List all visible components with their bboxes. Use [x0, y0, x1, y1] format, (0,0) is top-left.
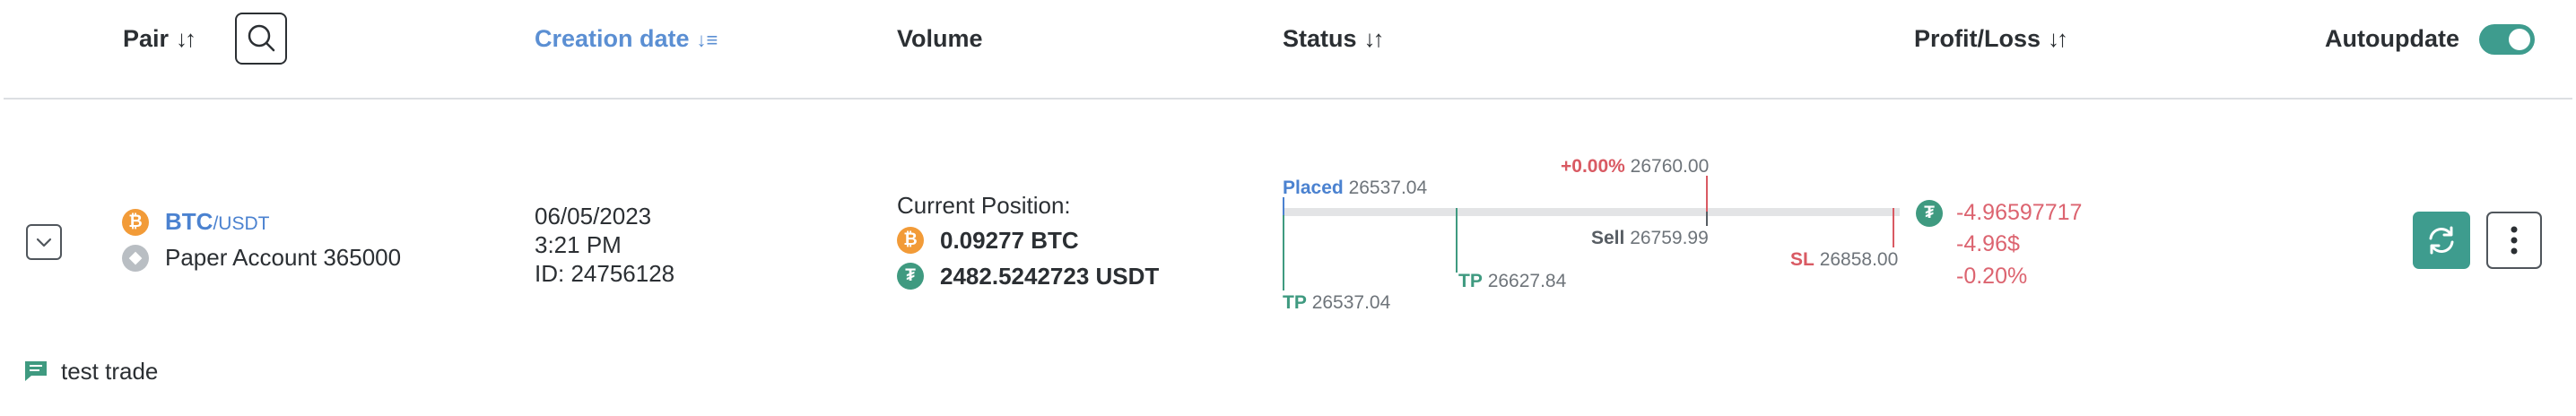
sort-icon[interactable]: ↓↑: [2048, 25, 2068, 52]
sell-label: Sell 26759.99: [1591, 228, 1709, 249]
pl-percent: -0.20%: [1956, 264, 2028, 289]
pair-column-header[interactable]: Pair ↓↑: [123, 25, 196, 53]
usdt-icon: ₮: [1916, 200, 1943, 227]
profit-loss-column-header[interactable]: Profit/Loss ↓↑: [1914, 25, 2068, 53]
account-name: Paper Account 365000: [165, 244, 402, 271]
tp1-value: 26537.04: [1311, 292, 1391, 313]
placed-value: 26537.04: [1348, 178, 1428, 198]
volume-column-header: Volume: [897, 25, 983, 52]
current-price-value: 26760.00: [1630, 156, 1710, 177]
refresh-icon: [2429, 226, 2454, 255]
sell-value: 26759.99: [1630, 228, 1709, 248]
pair-header-label: Pair: [123, 25, 170, 52]
trade-note: test trade: [61, 358, 159, 385]
placed-label: Placed 26537.04: [1283, 178, 1427, 199]
tp2-text: TP: [1458, 271, 1483, 291]
autoupdate-label: Autoupdate: [2325, 25, 2459, 52]
btc-icon: ₿: [122, 209, 149, 236]
pl-usd: -4.96$: [1956, 231, 2020, 256]
more-vertical-icon: [2511, 226, 2518, 255]
sort-desc-icon[interactable]: ↓≡: [697, 29, 718, 51]
current-price-label: +0.00% 26760.00: [1561, 156, 1709, 178]
search-icon: [248, 24, 275, 52]
tp1-marker: [1283, 215, 1284, 290]
tp1-label: TP 26537.04: [1283, 292, 1390, 314]
profit-loss-header-label: Profit/Loss: [1914, 25, 2041, 52]
creation-time: 3:21 PM: [535, 231, 622, 258]
toggle-knob: [2509, 29, 2530, 50]
search-button[interactable]: [235, 13, 287, 65]
refresh-button[interactable]: [2413, 212, 2470, 269]
header-divider: [4, 98, 2572, 100]
current-pct: +0.00%: [1561, 156, 1625, 177]
pair-base: BTC: [165, 208, 213, 235]
sl-value: 26858.00: [1819, 249, 1899, 270]
pl-value: -4.96597717: [1956, 200, 2083, 225]
chevron-down-icon: [36, 238, 52, 247]
sl-marker: [1893, 208, 1894, 247]
placed-text: Placed: [1283, 178, 1344, 198]
tp2-marker: [1456, 208, 1458, 273]
pair-quote: /USDT: [213, 213, 270, 234]
paper-account-icon: ◆: [122, 245, 149, 272]
creation-date: 06/05/2023: [535, 203, 652, 230]
creation-date-header-label: Creation date: [535, 25, 690, 52]
tp1-text: TP: [1283, 292, 1307, 313]
autoupdate-toggle[interactable]: [2479, 24, 2535, 55]
status-header-label: Status: [1283, 25, 1357, 52]
tp2-value: 26627.84: [1487, 271, 1567, 291]
sell-marker: [1706, 212, 1708, 226]
order-id: ID: 24756128: [535, 260, 675, 287]
btc-amount: 0.09277 BTC: [940, 227, 1079, 254]
sl-text: SL: [1790, 249, 1815, 270]
pair-link[interactable]: BTC/USDT: [165, 208, 269, 236]
sort-icon[interactable]: ↓↑: [176, 25, 196, 52]
tp2-label: TP 26627.84: [1458, 271, 1566, 292]
current-position-label: Current Position:: [897, 192, 1071, 219]
usdt-amount: 2482.5242723 USDT: [940, 263, 1160, 290]
price-range-bar: [1283, 208, 1900, 216]
comment-icon: [23, 360, 48, 383]
sort-icon[interactable]: ↓↑: [1364, 25, 1385, 52]
sell-text: Sell: [1591, 228, 1625, 248]
creation-date-column-header[interactable]: Creation date ↓≡: [535, 25, 718, 53]
status-column-header[interactable]: Status ↓↑: [1283, 25, 1385, 53]
btc-icon: ₿: [897, 227, 924, 254]
sl-label: SL 26858.00: [1790, 249, 1898, 271]
expand-row-button[interactable]: [26, 224, 62, 260]
usdt-icon: ₮: [897, 263, 924, 290]
more-actions-button[interactable]: [2486, 212, 2542, 269]
